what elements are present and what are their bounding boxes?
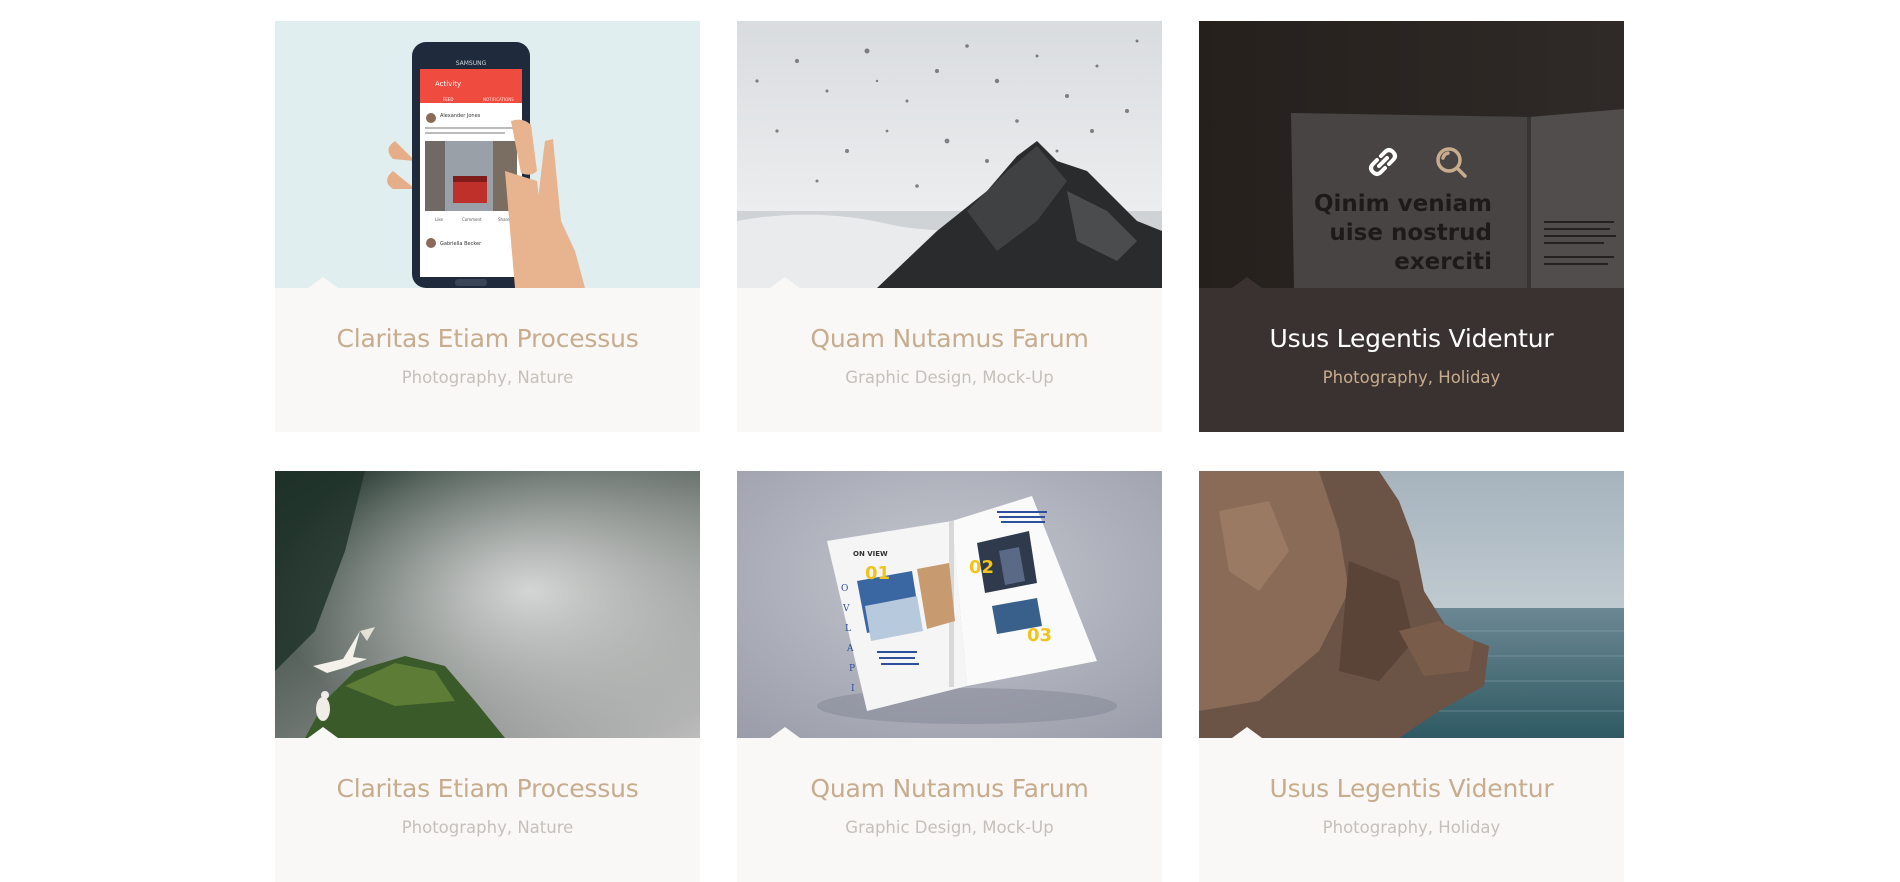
svg-text:I: I bbox=[851, 684, 855, 694]
svg-text:01: 01 bbox=[865, 563, 890, 584]
portfolio-thumbnail[interactable] bbox=[1199, 471, 1624, 738]
phone-mockup-image: SAMSUNG Activity FEED NOTIFICATIONS Alex… bbox=[275, 21, 700, 288]
portfolio-title[interactable]: Quam Nutamus Farum bbox=[737, 288, 1162, 354]
portfolio-thumbnail[interactable]: Qinim veniam uise nostrud exerciti bbox=[1199, 21, 1624, 288]
portfolio-thumbnail[interactable]: SAMSUNG Activity FEED NOTIFICATIONS Alex… bbox=[275, 21, 700, 288]
portfolio-item[interactable]: Usus Legentis Videntur Photography, Holi… bbox=[1199, 471, 1624, 882]
portfolio-categories[interactable]: Photography, Nature bbox=[275, 368, 700, 388]
svg-text:02: 02 bbox=[969, 557, 994, 578]
magazine-mockup-image: ON VIEW 01 02 03 OVL API bbox=[737, 471, 1162, 738]
portfolio-categories[interactable]: Graphic Design, Mock-Up bbox=[737, 818, 1162, 838]
overlay-icons bbox=[1364, 143, 1470, 181]
portfolio-item-active[interactable]: Qinim veniam uise nostrud exerciti Usus … bbox=[1199, 21, 1624, 432]
portfolio-item[interactable]: SAMSUNG Activity FEED NOTIFICATIONS Alex… bbox=[275, 21, 700, 432]
svg-text:03: 03 bbox=[1027, 625, 1052, 646]
portfolio-title[interactable]: Usus Legentis Videntur bbox=[1199, 738, 1624, 804]
svg-text:FEED: FEED bbox=[443, 97, 453, 102]
portfolio-categories[interactable]: Photography, Nature bbox=[275, 818, 700, 838]
svg-text:Alexander Jones: Alexander Jones bbox=[440, 113, 481, 119]
portfolio-thumbnail[interactable] bbox=[275, 471, 700, 738]
svg-text:Gabriella Becker: Gabriella Becker bbox=[440, 241, 482, 247]
portfolio-title[interactable]: Claritas Etiam Processus bbox=[275, 288, 700, 354]
zoom-icon[interactable] bbox=[1432, 143, 1470, 181]
portfolio-categories[interactable]: Photography, Holiday bbox=[1199, 818, 1624, 838]
portfolio-item[interactable]: Claritas Etiam Processus Photography, Na… bbox=[275, 471, 700, 882]
portfolio-grid: SAMSUNG Activity FEED NOTIFICATIONS Alex… bbox=[275, 21, 1624, 882]
portfolio-title[interactable]: Quam Nutamus Farum bbox=[737, 738, 1162, 804]
svg-text:A: A bbox=[846, 644, 854, 654]
portfolio-caption: Quam Nutamus Farum Graphic Design, Mock-… bbox=[737, 727, 1162, 882]
link-icon[interactable] bbox=[1364, 143, 1402, 181]
svg-text:NOTIFICATIONS: NOTIFICATIONS bbox=[483, 97, 514, 102]
svg-text:O: O bbox=[841, 584, 848, 594]
svg-text:SAMSUNG: SAMSUNG bbox=[456, 60, 487, 67]
hover-overlay bbox=[1199, 21, 1624, 288]
waves-rock-image bbox=[737, 21, 1162, 288]
portfolio-thumbnail[interactable] bbox=[737, 21, 1162, 288]
svg-text:L: L bbox=[845, 624, 851, 634]
svg-text:P: P bbox=[849, 664, 855, 674]
svg-text:V: V bbox=[842, 604, 850, 614]
portfolio-caption: Claritas Etiam Processus Photography, Na… bbox=[275, 277, 700, 432]
svg-text:ON VIEW: ON VIEW bbox=[853, 550, 888, 558]
svg-text:Activity: Activity bbox=[435, 80, 461, 88]
portfolio-caption: Usus Legentis Videntur Photography, Holi… bbox=[1199, 277, 1624, 432]
portfolio-categories[interactable]: Photography, Holiday bbox=[1199, 368, 1624, 388]
portfolio-caption: Usus Legentis Videntur Photography, Holi… bbox=[1199, 727, 1624, 882]
portfolio-caption: Quam Nutamus Farum Graphic Design, Mock-… bbox=[737, 277, 1162, 432]
portfolio-thumbnail[interactable]: ON VIEW 01 02 03 OVL A P I bbox=[737, 471, 1162, 738]
portfolio-title[interactable]: Claritas Etiam Processus bbox=[275, 738, 700, 804]
portfolio-item[interactable]: ON VIEW 01 02 03 OVL A P I Quam Nutamus … bbox=[737, 471, 1162, 882]
sea-rocks-image bbox=[1199, 471, 1624, 738]
svg-text:Like: Like bbox=[435, 217, 444, 222]
portfolio-categories[interactable]: Graphic Design, Mock-Up bbox=[737, 368, 1162, 388]
svg-text:Share: Share bbox=[498, 217, 510, 222]
svg-text:Comment: Comment bbox=[462, 217, 482, 222]
portfolio-caption: Claritas Etiam Processus Photography, Na… bbox=[275, 727, 700, 882]
portfolio-item[interactable]: Quam Nutamus Farum Graphic Design, Mock-… bbox=[737, 21, 1162, 432]
seagulls-cliff-image bbox=[275, 471, 700, 738]
portfolio-title[interactable]: Usus Legentis Videntur bbox=[1199, 288, 1624, 354]
